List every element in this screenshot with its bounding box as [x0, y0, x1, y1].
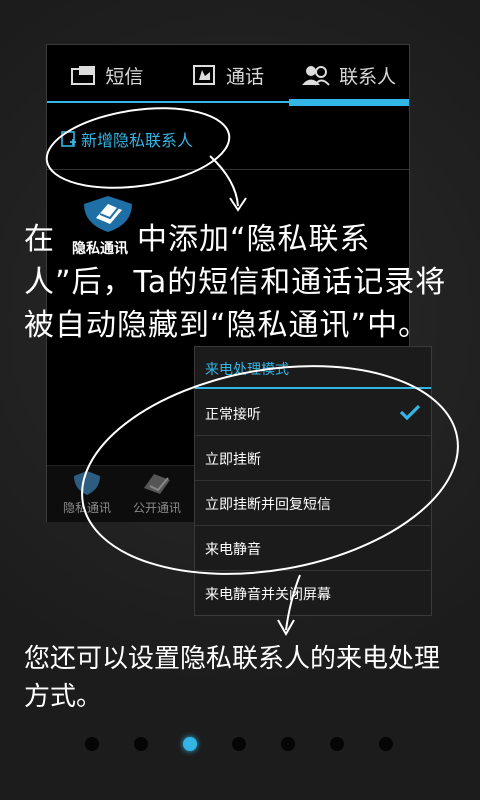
- menu-item-mute[interactable]: 来电静音: [195, 526, 431, 571]
- menu-item-normal-answer[interactable]: 正常接听: [195, 391, 431, 436]
- public-comm-icon: [144, 474, 170, 494]
- page-indicator: [85, 737, 428, 751]
- tab-calls-label: 通话: [226, 65, 265, 88]
- menu-item-hang-up[interactable]: 立即挂断: [195, 436, 431, 481]
- nav-private-comm[interactable]: 隐私通讯: [57, 470, 117, 516]
- page-dot[interactable]: [379, 737, 393, 751]
- add-private-contact-label: 新增隐私联系人: [81, 131, 194, 150]
- nav-public-comm[interactable]: 公开通讯: [127, 470, 187, 516]
- secondary-description: 您还可以设置隐私联系人的来电处理方式。: [24, 644, 441, 712]
- menu-item-mute-screen-off[interactable]: 来电静音并关闭屏幕: [195, 571, 431, 615]
- private-comm-icon: [74, 471, 100, 495]
- main-description: 在中添加“隐私联系人”后，Ta的短信和通话记录将被自动隐藏到“隐私通讯”中。: [24, 218, 472, 347]
- tab-calls[interactable]: 通话: [168, 45, 289, 105]
- tab-contacts-label: 联系人: [339, 65, 397, 88]
- tab-sms[interactable]: 短信: [47, 45, 168, 105]
- page-dot-active[interactable]: [183, 737, 197, 751]
- nav-public-comm-label: 公开通讯: [132, 501, 181, 515]
- menu-title-divider: [195, 387, 431, 389]
- sms-icon: [71, 66, 96, 85]
- call-handling-menu: 来电处理模式 正常接听 立即挂断 立即挂断并回复短信 来电静音 来电静音并关闭屏…: [194, 346, 432, 616]
- page-dot[interactable]: [232, 737, 246, 751]
- check-icon: [399, 404, 421, 421]
- add-private-contact-button[interactable]: 新增隐私联系人: [61, 127, 193, 151]
- add-contact-icon: [61, 131, 76, 147]
- tab-contacts[interactable]: 联系人: [288, 45, 409, 105]
- call-log-icon: [193, 65, 215, 85]
- menu-title: 来电处理模式: [205, 362, 289, 378]
- page-dot[interactable]: [330, 737, 344, 751]
- contacts-icon: [302, 66, 330, 86]
- tab-selected-indicator: [289, 99, 409, 106]
- menu-item-hang-up-reply[interactable]: 立即挂断并回复短信: [195, 481, 431, 526]
- page-dot[interactable]: [134, 737, 148, 751]
- nav-private-comm-label: 隐私通讯: [62, 501, 111, 515]
- tab-bar: 短信 通话 联系人: [47, 45, 409, 105]
- main-description-part1: 在: [24, 222, 55, 257]
- tab-sms-label: 短信: [105, 65, 144, 88]
- page-dot[interactable]: [281, 737, 295, 751]
- divider: [47, 169, 409, 170]
- main-description-part2: 中添加“隐私联系人”后，Ta的短信和通话记录将被自动隐藏到“隐私通讯”中。: [24, 222, 447, 343]
- page-dot[interactable]: [85, 737, 99, 751]
